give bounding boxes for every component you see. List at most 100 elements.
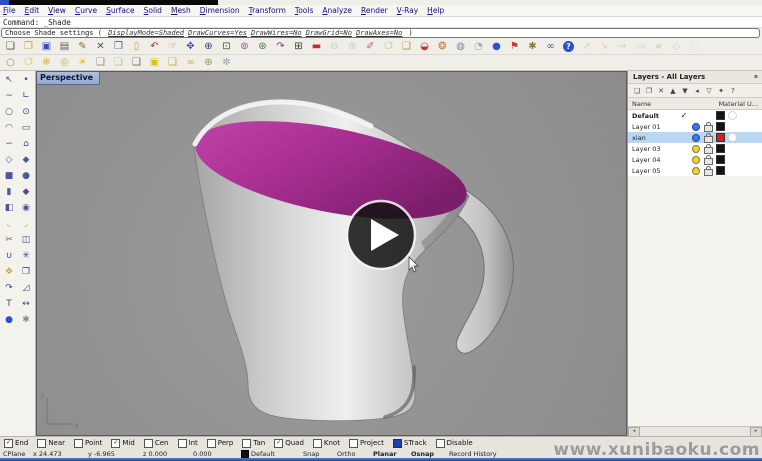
osnap-perp[interactable]: Perp [207,439,234,448]
osnap-point-checkbox[interactable] [74,439,83,448]
command-option-drawgrid[interactable]: DrawGrid=No [306,29,352,37]
filter-layers-icon[interactable]: ▽ [703,85,715,96]
command-option-displaymode[interactable]: DisplayMode=Shaded [108,29,184,37]
status-y[interactable]: y -6.965 [88,450,143,458]
layer-color-swatch[interactable] [716,155,725,164]
osnap-quad[interactable]: ✓Quad [274,439,304,448]
copy-tool-icon[interactable]: ❐ [17,264,35,280]
layer-color-cell[interactable] [714,122,726,131]
lightbulb-icon[interactable] [692,167,700,175]
status-ortho[interactable]: Ortho [337,450,373,458]
layer-color-cell[interactable] [714,111,726,120]
osnap-quad-checkbox[interactable]: ✓ [274,439,283,448]
osnap-mid-checkbox[interactable]: ✓ [111,439,120,448]
command-prompt-line[interactable]: Choose Shade settings ( DisplayMode=Shad… [1,28,760,38]
command-option-drawwires[interactable]: DrawWires=No [251,29,302,37]
osnap-disable-checkbox[interactable] [436,439,445,448]
layer-on-others-off-icon[interactable]: ❋ [38,54,55,71]
layer-page-lock-icon[interactable]: ❏ [164,54,181,71]
prev-view-icon[interactable]: ⊖ [326,38,343,55]
osnap-near[interactable]: Near [37,439,65,448]
join-tool-icon[interactable]: ∪ [0,248,18,264]
move-icon[interactable]: ✥ [182,38,199,55]
layer-material-cell[interactable] [726,133,738,142]
layer-globe-icon[interactable]: ⊛ [200,54,217,71]
lightbulb-icon[interactable] [692,134,700,142]
cylinder-tool-icon[interactable]: ▮ [0,184,18,200]
lightbulb-icon[interactable] [692,123,700,131]
osnap-point[interactable]: Point [74,439,102,448]
column-name[interactable]: Name [632,100,651,108]
move-layer-up-icon[interactable]: ▲ [667,85,679,96]
osnap-near-checkbox[interactable] [37,439,46,448]
layer-visibility-cell[interactable] [690,156,702,164]
layer-visibility-cell[interactable] [690,145,702,153]
layer-color-swatch[interactable] [716,133,725,142]
layer-row-layer-05[interactable]: Layer 05 [628,165,762,176]
split-tool-icon[interactable]: ◫ [17,232,35,248]
layer-color-swatch[interactable] [716,166,725,175]
named-views-icon[interactable]: ▬ [308,38,325,55]
menu-analyze[interactable]: Analyze [322,6,352,15]
delete-icon[interactable]: ✕ [92,38,109,55]
menu-edit[interactable]: Edit [25,6,40,15]
layer-material-cell[interactable] [726,111,738,120]
delete-layer-icon[interactable]: ✕ [655,85,667,96]
lock-toggle-icon[interactable]: ❑ [398,38,415,55]
layer-lock-cell[interactable] [702,166,714,176]
layer-lock-cell[interactable] [702,144,714,154]
solid-tool-icon[interactable]: ◆ [17,184,35,200]
paste-icon[interactable]: ▯ [128,38,145,55]
layer-visibility-cell[interactable] [690,123,702,131]
lock-icon[interactable] [704,147,713,154]
layer-color-cell[interactable] [714,155,726,164]
menu-solid[interactable]: Solid [144,6,162,15]
lock-icon[interactable] [704,125,713,132]
status-snap[interactable]: Snap [303,450,337,458]
layer-state-off-icon[interactable]: ○ [2,54,19,71]
layer-color-swatch[interactable] [716,111,725,120]
status-cplane[interactable]: CPlane [3,450,33,458]
layers-horizontal-scrollbar[interactable]: ◂ ▸ [628,426,762,436]
unlock-layer-icon[interactable]: ❑ [110,54,127,71]
layer-lock-cell[interactable] [702,133,714,143]
all-layers-on-icon[interactable]: ☀ [74,54,91,71]
status-x[interactable]: x 24.473 [33,450,88,458]
layer-state-on-icon[interactable]: ❍ [20,54,37,71]
menu-help[interactable]: Help [427,6,444,15]
command-option-drawcurves[interactable]: DrawCurves=Yes [188,29,247,37]
union-tool-icon[interactable]: ◉ [17,200,35,216]
curve-tool-icon[interactable]: ~ [0,88,18,104]
rendered-viewport-icon[interactable]: ● [488,38,505,55]
menu-tools[interactable]: Tools [295,6,313,15]
rectangle-tool-icon[interactable]: ▭ [17,120,35,136]
vray-option-2-icon[interactable]: ➘ [596,38,613,55]
misc-tool-icon[interactable]: ✱ [17,312,35,328]
trim-tool-icon[interactable]: ✂ [0,232,18,248]
layer-row-layer-03[interactable]: Layer 03 [628,143,762,154]
vray-option-7-icon[interactable]: ◌ [686,38,703,55]
status-planar[interactable]: Planar [373,450,411,458]
osnap-knot-checkbox[interactable] [313,439,322,448]
move-layer-down-icon[interactable]: ▼ [679,85,691,96]
help-icon[interactable]: ? [560,38,577,55]
new-sublayer-icon[interactable]: ❐ [643,85,655,96]
four-viewports-icon[interactable]: ⊞ [290,38,307,55]
layer-visibility-cell[interactable] [690,167,702,175]
render-tool-icon[interactable]: ● [0,312,18,328]
osnap-strack-checkbox[interactable] [393,439,402,448]
lightbulb-icon[interactable] [692,156,700,164]
render-icon[interactable]: ❂ [434,38,451,55]
viewport-title-tab[interactable]: Perspective [37,72,100,85]
ellipse-tool-icon[interactable]: ⊙ [17,104,35,120]
rotate-tool-icon[interactable]: ↷ [0,280,18,296]
text-tool-icon[interactable]: T [0,296,18,312]
explode-tool-icon[interactable]: ✳ [17,248,35,264]
locked-layer-yellow-icon[interactable]: ▣ [146,54,163,71]
osnap-strack[interactable]: STrack [393,439,427,448]
column-material[interactable]: Material U... [719,100,758,108]
display-bulb-icon[interactable]: ❍ [380,38,397,55]
material-sphere-icon[interactable] [728,133,737,142]
osnap-project-checkbox[interactable] [349,439,358,448]
boolean-tool-icon[interactable]: ◧ [0,200,18,216]
